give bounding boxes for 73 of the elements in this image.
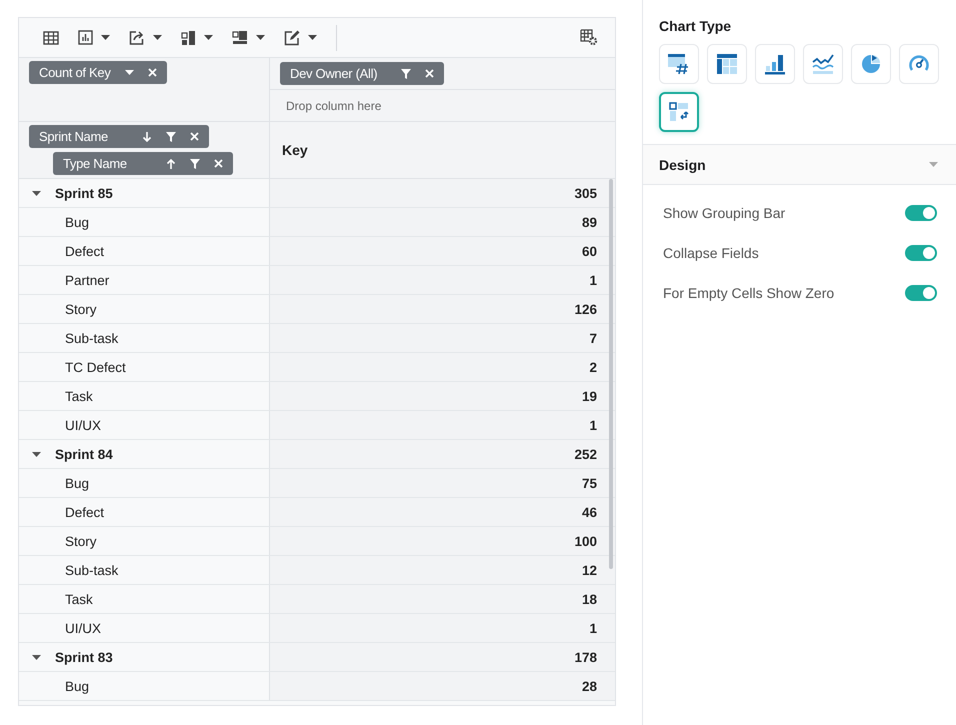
expand-toggle[interactable] [32, 654, 41, 660]
table-cell: 1 [270, 411, 615, 439]
table-cell: 19 [270, 382, 615, 410]
caret-icon [32, 654, 41, 660]
values-chip[interactable]: Count of Key [29, 61, 167, 84]
caret-icon [929, 162, 938, 167]
column-header: Key [270, 122, 615, 178]
caret-icon [32, 452, 41, 456]
table-cell: 2 [270, 353, 615, 381]
section-title: Design [659, 156, 706, 172]
column-drop-zone: Drop column here [285, 98, 382, 114]
table-cell: 126 [270, 295, 615, 323]
table-cell: 252 [270, 440, 615, 468]
table-cell: 75 [270, 469, 615, 497]
expand-toggle[interactable] [32, 190, 41, 196]
row-layout-icon [232, 30, 248, 45]
pie-chart-icon [860, 53, 882, 75]
dropdown-caret-icon [256, 35, 265, 40]
chart-type-button[interactable] [659, 92, 699, 132]
toggle-label: For Empty Cells Show Zero [663, 285, 834, 301]
table-cell: 100 [270, 527, 615, 555]
bar-chart-icon [78, 30, 93, 45]
dropdown-caret-icon [153, 35, 162, 40]
table-icon [43, 30, 59, 44]
edit-icon [284, 30, 300, 46]
table-cell: 1 [270, 266, 615, 294]
section-title: Chart Type [659, 18, 732, 34]
sprint-label: Sprint 83 [55, 650, 113, 664]
table-cell: 89 [270, 208, 615, 236]
table-cell: 28 [270, 672, 615, 700]
sort-descending-icon[interactable] [142, 132, 152, 142]
table-cell: 178 [270, 643, 615, 671]
bar-chart-icon [764, 53, 786, 75]
table-cell: 7 [270, 324, 615, 352]
table-cell: 305 [270, 179, 615, 207]
sprint-label: Sprint 84 [55, 446, 113, 462]
expand-toggle[interactable] [32, 452, 41, 456]
caret-icon [32, 190, 41, 196]
dropdown-caret-icon [308, 35, 317, 40]
table-chart-icon [716, 53, 738, 75]
scrollbar[interactable] [609, 179, 613, 569]
toggle-label: Collapse Fields [663, 245, 759, 261]
sprint-label: Sprint 85 [55, 186, 113, 200]
row-field-chip[interactable]: Type Name [53, 152, 233, 175]
toggle-label: Show Grouping Bar [663, 205, 786, 221]
table-cell: 1 [270, 614, 615, 642]
filter-icon[interactable] [190, 158, 200, 168]
filter-chip[interactable]: Dev Owner (All) [280, 62, 444, 85]
filter-icon[interactable] [401, 68, 411, 78]
design-header[interactable]: Design [643, 145, 956, 185]
table-cell: 12 [270, 556, 615, 584]
line-chart-icon [812, 53, 834, 75]
number-card-icon [667, 53, 691, 75]
close-icon[interactable] [190, 132, 199, 141]
close-icon[interactable] [148, 68, 157, 77]
row-field-chip[interactable]: Sprint Name [29, 125, 209, 148]
table-settings-icon [580, 29, 598, 46]
dropdown-caret-icon [204, 35, 213, 40]
filter-icon[interactable] [166, 132, 176, 142]
toggle-switch[interactable] [905, 245, 937, 261]
table-cell: 18 [270, 585, 615, 613]
close-icon[interactable] [214, 159, 223, 168]
toggle-switch[interactable] [905, 285, 937, 301]
column-layout-icon [181, 30, 196, 46]
close-icon[interactable] [425, 69, 434, 78]
table-cell: 46 [270, 498, 615, 526]
export-icon [129, 30, 145, 45]
sort-ascending-icon[interactable] [166, 158, 176, 168]
pivot-table-icon [668, 101, 690, 123]
dropdown-caret-icon [101, 35, 110, 40]
toggle-switch[interactable] [905, 205, 937, 221]
table-cell: 60 [270, 237, 615, 265]
dropdown-caret-icon [125, 70, 134, 75]
